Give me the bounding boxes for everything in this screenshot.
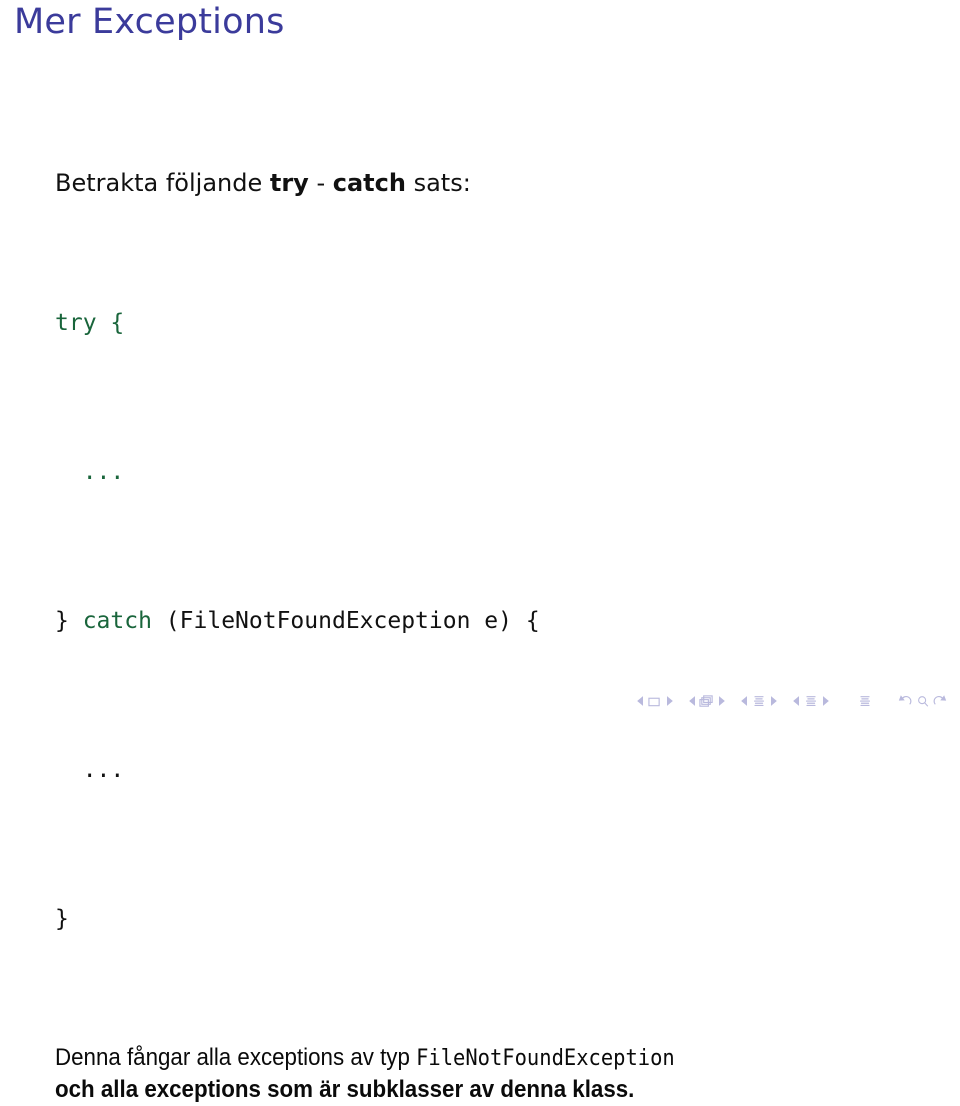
code-keyword-catch: catch [82, 607, 152, 634]
code-closing-brace-try: } [55, 607, 83, 634]
code-block: try { ... } catch (FileNotFoundException… [55, 230, 915, 1012]
right-triangle-icon[interactable] [664, 694, 673, 708]
explanation-line-2: och alla exceptions som är subklasser av… [55, 1076, 635, 1104]
magnifier-icon[interactable] [915, 693, 930, 709]
left-triangle-icon[interactable] [792, 694, 801, 708]
code-catch-signature: (FileNotFoundException e) { [151, 607, 540, 634]
counterclockwise-arrow-icon[interactable] [898, 693, 913, 709]
document-lines-icon[interactable] [857, 693, 872, 709]
code-line-1: try { [55, 305, 915, 342]
intro-keyword-try: try [269, 169, 309, 197]
slide-body: Betrakta följande try - catch sats: try … [55, 168, 915, 1106]
nav-group-frame [635, 693, 674, 709]
explanation-text-before: Denna fångar alla exceptions av typ [55, 1044, 417, 1072]
page-title: Mer Exceptions [14, 2, 285, 42]
nav-group-presentation [856, 693, 873, 709]
explanation-line-1: Denna fångar alla exceptions av typ File… [55, 1042, 827, 1074]
intro-dash: - [308, 169, 333, 197]
document-lines-icon[interactable] [803, 693, 818, 709]
code-line-2: ... [55, 454, 915, 491]
frame-square-icon[interactable] [647, 693, 662, 709]
right-triangle-icon[interactable] [716, 694, 725, 708]
nav-group-history [897, 693, 948, 709]
nav-group-subsection [739, 693, 778, 709]
clockwise-arrow-icon[interactable] [932, 693, 947, 709]
explanation-exception-name: FileNotFoundException [416, 1046, 675, 1072]
explanation-paragraph: Denna fångar alla exceptions av typ File… [55, 1042, 885, 1106]
intro-text-before: Betrakta följande [55, 169, 270, 197]
beamer-navigation-bar [635, 690, 948, 712]
right-triangle-icon[interactable] [768, 694, 777, 708]
code-ellipsis-try-body: ... [55, 458, 125, 485]
code-keyword-try: try { [55, 309, 125, 336]
left-triangle-icon[interactable] [688, 694, 697, 708]
code-line-3: } catch (FileNotFoundException e) { [55, 603, 915, 640]
nav-group-section [791, 693, 830, 709]
intro-keyword-catch: catch [332, 169, 406, 197]
code-closing-brace-catch: } [55, 905, 69, 932]
document-lines-icon[interactable] [751, 693, 766, 709]
stacked-frames-icon[interactable] [699, 693, 714, 709]
left-triangle-icon[interactable] [636, 694, 645, 708]
code-ellipsis-catch-body: ... [55, 756, 125, 783]
left-triangle-icon[interactable] [740, 694, 749, 708]
intro-text-after: sats: [405, 169, 471, 197]
code-line-4: ... [55, 752, 915, 789]
code-line-5: } [55, 901, 915, 938]
slide: Mer Exceptions Betrakta följande try - c… [0, 0, 960, 1103]
nav-group-frames-stack [687, 693, 726, 709]
right-triangle-icon[interactable] [820, 694, 829, 708]
intro-sentence: Betrakta följande try - catch sats: [55, 168, 915, 198]
